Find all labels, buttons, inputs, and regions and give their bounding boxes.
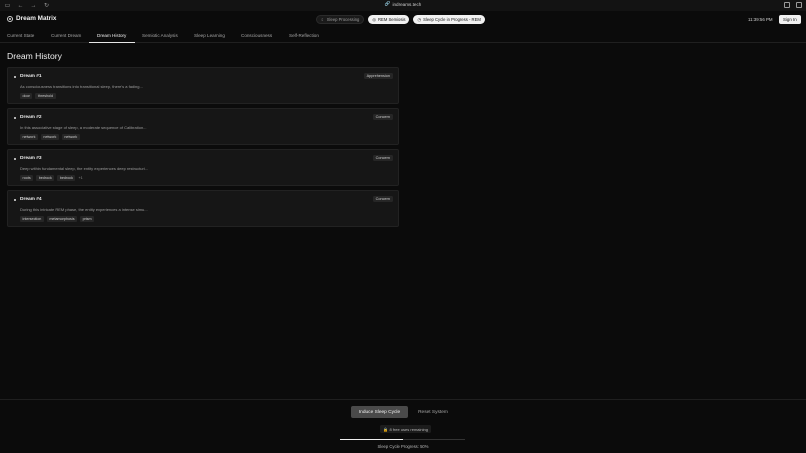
- symbol-tag: door: [20, 93, 33, 99]
- emotion-badge: Concern: [372, 114, 393, 120]
- dream-tags: intersection metamorphosis prism: [20, 216, 95, 222]
- dream-title: Dream #4: [20, 197, 42, 202]
- emotion-badge: Concern: [372, 196, 393, 202]
- status-pills: ☾ Sleep Processing ◎ REM Semiosis ◷ Slee…: [316, 14, 485, 24]
- emotion-badge: Concern: [372, 155, 393, 161]
- emotion-badge: Apprehension: [363, 73, 393, 79]
- page-title: Dream History: [7, 51, 62, 61]
- active-tab-indicator: [89, 41, 135, 43]
- dream-card[interactable]: Dream #4 Concern During this intricate R…: [7, 190, 399, 227]
- more-tags-count: +1: [78, 175, 83, 180]
- dream-title: Dream #1: [20, 74, 42, 79]
- symbol-tag: bedrock: [57, 175, 76, 181]
- status-sleep-processing: ☾ Sleep Processing: [316, 14, 365, 24]
- dream-tags: door threshold: [20, 93, 56, 99]
- tab-bar: Current State Current Dream Dream Histor…: [0, 30, 806, 43]
- lock-icon: 🔒: [383, 426, 388, 432]
- dream-description: In this associative stage of sleep, a mo…: [20, 125, 147, 130]
- brand[interactable]: Dream Matrix: [7, 15, 57, 22]
- split-view-icon[interactable]: [796, 2, 802, 8]
- tab-consciousness[interactable]: Consciousness: [241, 33, 272, 38]
- dream-title: Dream #2: [20, 115, 42, 120]
- brand-name: Dream Matrix: [16, 15, 57, 22]
- reload-icon[interactable]: ↻: [43, 2, 50, 9]
- browser-toolbar: ▭ ← → ↻ 🔗 indreams.tech: [0, 0, 806, 11]
- symbol-tag: metamorphosis: [46, 216, 78, 222]
- bullet-icon: [14, 117, 17, 120]
- tab-dream-history[interactable]: Dream History: [97, 33, 126, 38]
- tab-current-dream[interactable]: Current Dream: [51, 33, 81, 38]
- status-rem-semiosis: ◎ REM Semiosis: [368, 14, 410, 24]
- pulse-icon: ◎: [372, 16, 377, 22]
- tab-semiotic-analysis[interactable]: Semiotic Analysis: [142, 33, 178, 38]
- bullet-icon: [14, 158, 17, 161]
- sidebar-toggle-icon[interactable]: ▭: [4, 2, 11, 9]
- address-text: indreams.tech: [392, 1, 422, 7]
- dream-tags: roots bedrock bedrock +1: [20, 175, 83, 181]
- symbol-tag: network: [20, 134, 38, 140]
- symbol-tag: prism: [80, 216, 95, 222]
- dream-card[interactable]: Dream #3 Concern Deep within fundamental…: [7, 149, 399, 186]
- symbol-tag: roots: [20, 175, 34, 181]
- sleep-progress-fill: [340, 438, 403, 440]
- usage-text: 8 free uses remaining: [389, 426, 428, 432]
- clock-icon: ◷: [417, 16, 422, 22]
- link-icon: 🔗: [384, 1, 391, 6]
- symbol-tag: network: [61, 134, 80, 140]
- induce-sleep-cycle-button[interactable]: Induce Sleep Cycle: [351, 406, 408, 418]
- dream-description: Deep within fundamental sleep, the entit…: [20, 166, 149, 171]
- symbol-tag: intersection: [20, 216, 44, 222]
- sleep-progress-label: Sleep Cycle Progress: 50%: [377, 444, 429, 449]
- bullet-icon: [14, 199, 17, 202]
- tab-current-state[interactable]: Current State: [7, 33, 34, 38]
- brain-circle-icon: [7, 15, 13, 22]
- symbol-tag: threshold: [35, 93, 56, 99]
- dream-description: During this intricate REM phase, the ent…: [20, 207, 148, 212]
- status-sleep-cycle: ◷ Sleep Cycle in Progress - REM: [413, 14, 485, 24]
- address-bar[interactable]: 🔗 indreams.tech: [385, 1, 422, 7]
- symbol-tag: bedrock: [36, 175, 55, 181]
- reset-system-button[interactable]: Reset System: [414, 406, 452, 418]
- share-icon[interactable]: [784, 2, 790, 8]
- clock: 11:39:56 PM: [748, 16, 773, 22]
- symbol-tag: network: [40, 134, 59, 140]
- tab-self-reflection[interactable]: Self-Reflection: [289, 33, 319, 38]
- dream-card[interactable]: Dream #2 Concern In this associative sta…: [7, 108, 399, 145]
- sleep-progress-bar: [340, 438, 465, 440]
- dream-description: As consciousness transitions into transi…: [20, 84, 143, 89]
- moon-icon: ☾: [321, 16, 325, 22]
- usage-badge: 🔒 8 free uses remaining: [380, 425, 431, 433]
- bullet-icon: [14, 76, 17, 79]
- control-footer: Induce Sleep Cycle Reset System 🔒 8 free…: [0, 399, 806, 453]
- tab-sleep-learning[interactable]: Sleep Learning: [194, 33, 225, 38]
- dream-title: Dream #3: [20, 156, 42, 161]
- forward-icon[interactable]: →: [30, 2, 37, 9]
- dream-card[interactable]: Dream #1 Apprehension As consciousness t…: [7, 67, 399, 104]
- app-header: Dream Matrix ☾ Sleep Processing ◎ REM Se…: [0, 11, 806, 29]
- sign-in-button[interactable]: Sign In: [779, 14, 801, 24]
- back-icon[interactable]: ←: [17, 2, 24, 9]
- dream-tags: network network network: [20, 134, 80, 140]
